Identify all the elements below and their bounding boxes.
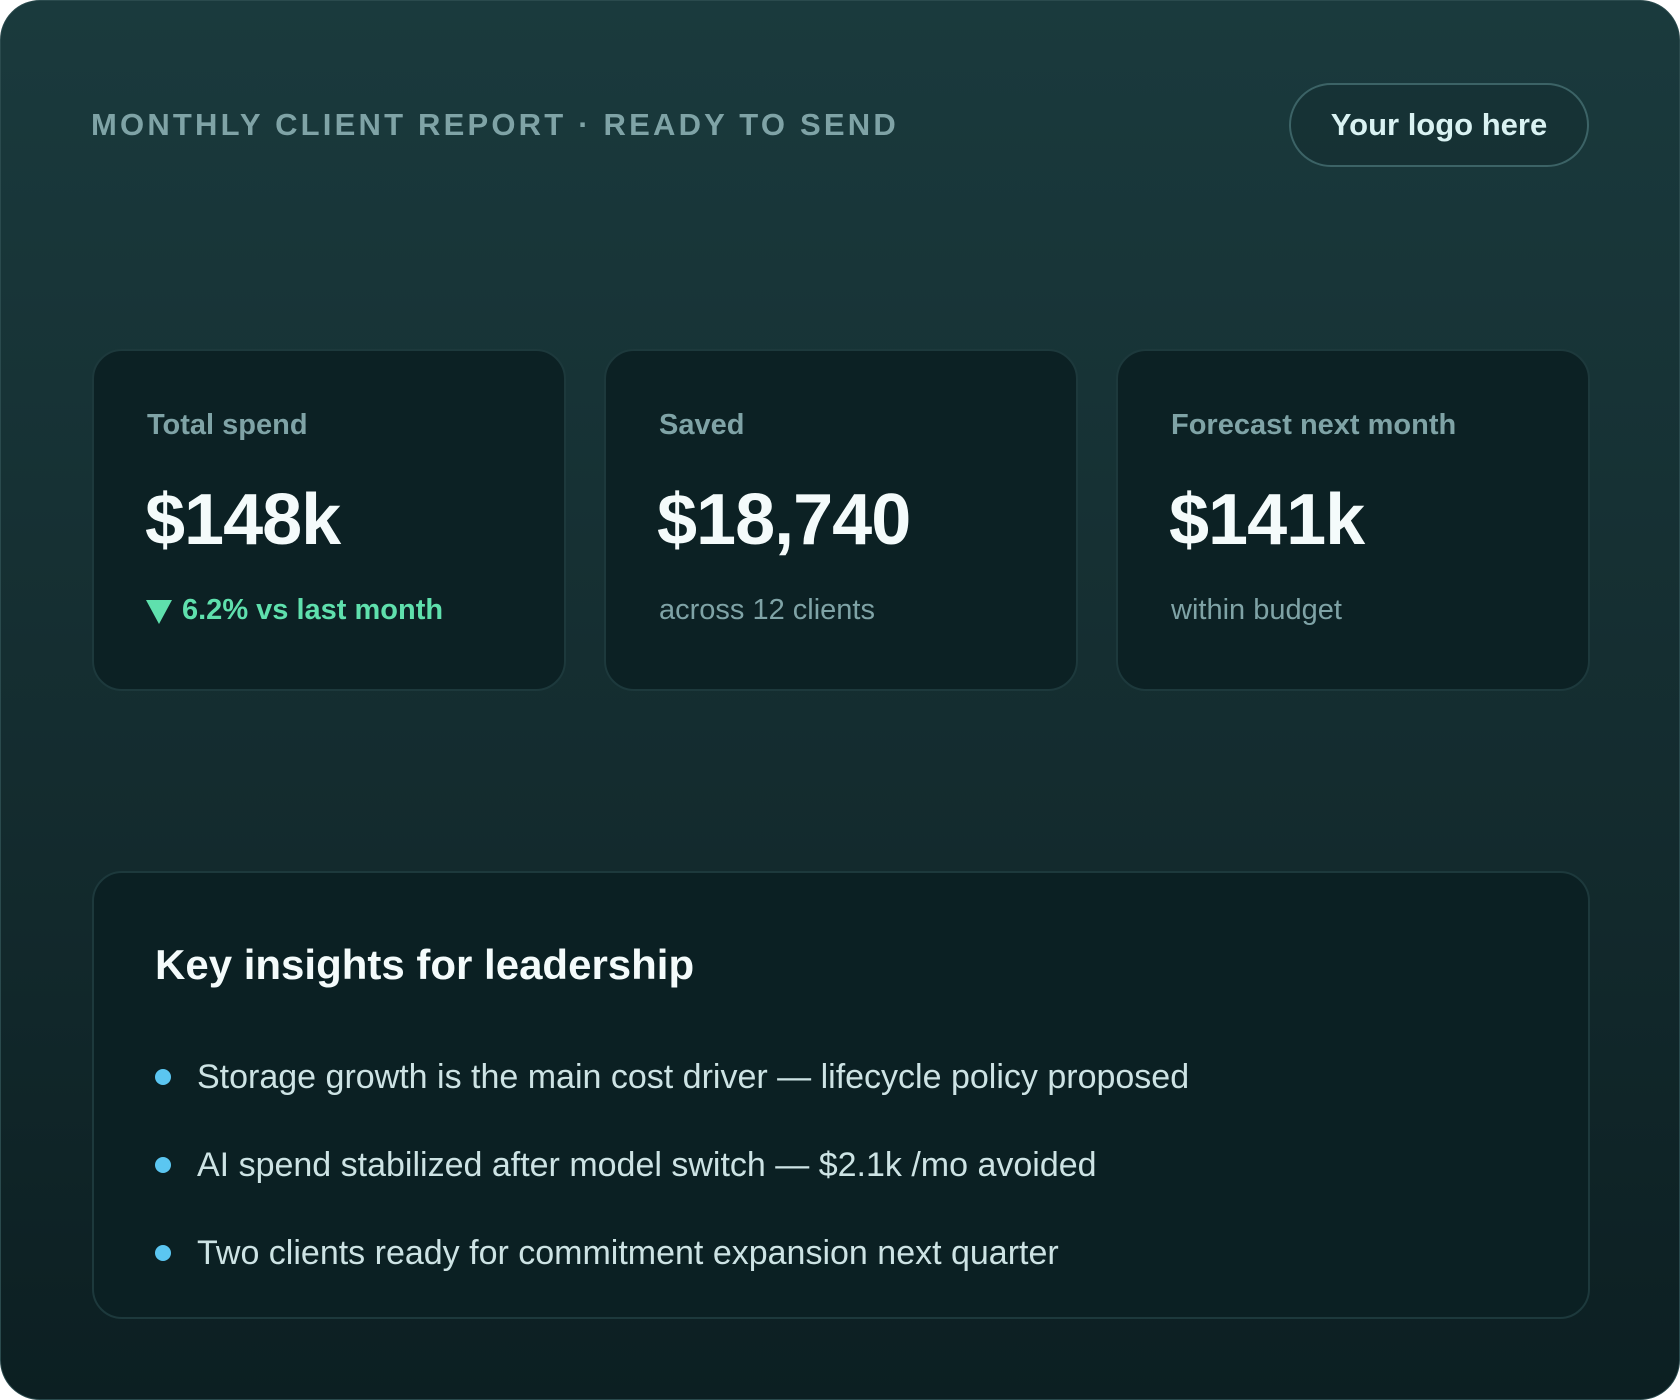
insights-title: Key insights for leadership	[155, 941, 695, 988]
metric-value: $18,740	[657, 480, 911, 560]
insight-item: Two clients ready for commitment expansi…	[155, 1209, 1189, 1297]
bullet-dot-icon	[155, 1069, 171, 1085]
report-status-eyebrow: MONTHLY CLIENT REPORT · READY TO SEND	[91, 107, 899, 142]
metric-card-total-spend: Total spend $148k 6.2% vs last month	[92, 349, 566, 691]
metric-delta: 6.2% vs last month	[146, 594, 443, 627]
metric-label: Total spend	[147, 409, 308, 441]
trend-down-icon	[146, 599, 172, 624]
bullet-dot-icon	[155, 1157, 171, 1173]
bullet-dot-icon	[155, 1245, 171, 1261]
insight-text: AI spend stabilized after model switch —…	[197, 1145, 1097, 1184]
metric-card-saved: Saved $18,740 across 12 clients	[604, 349, 1078, 691]
metric-value: $148k	[145, 480, 341, 560]
insight-item: Storage growth is the main cost driver —…	[155, 1033, 1189, 1121]
metric-delta-text: 6.2% vs last month	[182, 594, 444, 626]
metric-label: Forecast next month	[1171, 409, 1457, 441]
insights-list: Storage growth is the main cost driver —…	[155, 1033, 1189, 1297]
insight-text: Storage growth is the main cost driver —…	[197, 1057, 1190, 1096]
metric-value: $141k	[1169, 480, 1365, 560]
metric-label: Saved	[659, 409, 745, 441]
metric-subtext: within budget	[1171, 594, 1342, 626]
metric-card-forecast: Forecast next month $141k within budget	[1116, 349, 1590, 691]
insight-text: Two clients ready for commitment expansi…	[197, 1233, 1059, 1272]
metric-cards: Total spend $148k 6.2% vs last month Sav…	[92, 349, 1590, 691]
insights-card: Key insights for leadership Storage grow…	[92, 871, 1590, 1319]
metric-subtext: across 12 clients	[659, 594, 875, 626]
report-panel: MONTHLY CLIENT REPORT · READY TO SEND Yo…	[0, 0, 1680, 1400]
insight-item: AI spend stabilized after model switch —…	[155, 1121, 1189, 1209]
logo-placeholder-button[interactable]: Your logo here	[1289, 83, 1589, 167]
